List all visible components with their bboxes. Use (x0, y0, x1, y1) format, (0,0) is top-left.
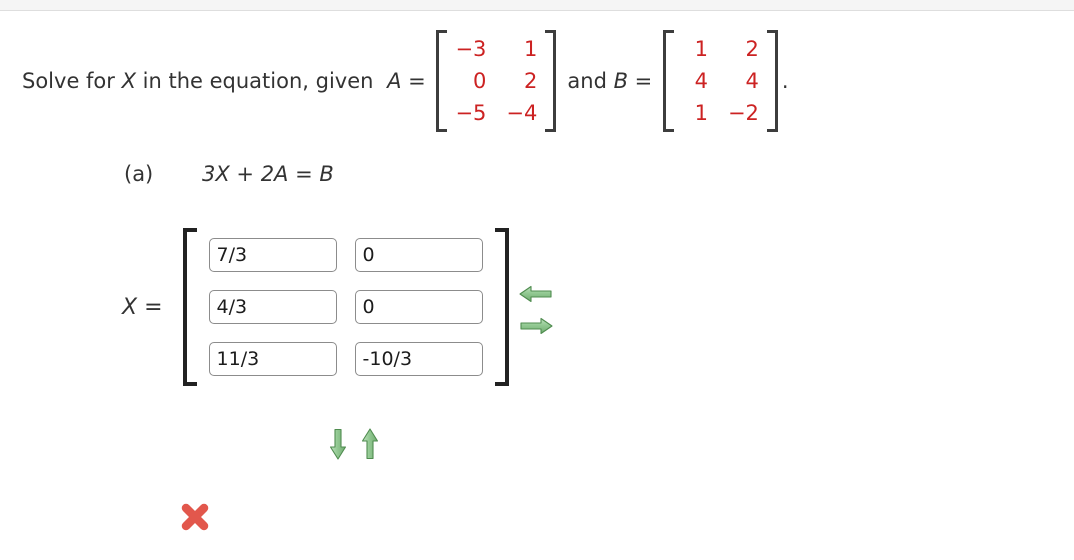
prompt-lead: Solve for (22, 68, 122, 93)
matrix-b-cell-r2c1: 4 (694, 69, 708, 93)
answer-label-variable: X (122, 294, 138, 320)
question-prompt: Solve for X in the equation, given A = −… (22, 22, 789, 140)
matrix-b-cell-r1c2: 2 (745, 37, 759, 61)
arrow-right-icon (520, 317, 553, 335)
matrix-a-cell-r1c1: −3 (455, 37, 487, 61)
column-controls (519, 285, 553, 335)
answer-input-r2c2[interactable] (354, 290, 483, 324)
arrow-down-icon (329, 428, 347, 460)
part-a-equation: 3X + 2A = B (202, 162, 334, 186)
row-controls (328, 428, 380, 460)
answer-label-equals: = (137, 294, 163, 320)
matrix-a: −3 1 0 2 −5 −4 (436, 30, 557, 132)
remove-row-button[interactable] (360, 428, 380, 460)
matrix-b: 1 2 4 4 1 −2 (662, 30, 778, 132)
answer-matrix-grid (197, 228, 495, 386)
matrix-b-cell-r2c2: 4 (745, 69, 759, 93)
prompt-variable-x: X (121, 68, 136, 93)
arrow-left-icon (519, 285, 552, 303)
matrix-a-cell-r3c2: −4 (506, 101, 538, 125)
matrix-b-name: B (613, 68, 628, 93)
answer-input-r3c1[interactable] (208, 342, 337, 376)
prompt-conjunction: and (567, 68, 614, 93)
matrix-b-cell-r1c1: 1 (694, 37, 708, 61)
prompt-period: . (781, 68, 789, 93)
answer-block: X = (122, 228, 509, 386)
answer-matrix-right-bracket (494, 228, 509, 386)
matrix-a-cell-r2c2: 2 (524, 69, 538, 93)
matrix-a-right-bracket (545, 30, 557, 132)
matrix-a-grid: −3 1 0 2 −5 −4 (447, 30, 545, 132)
matrix-b-cell-r3c1: 1 (694, 101, 708, 125)
remove-column-button[interactable] (519, 285, 553, 303)
matrix-b-left-bracket (662, 30, 674, 132)
cross-mark-icon (181, 503, 209, 531)
answer-label: X = (122, 295, 163, 320)
matrix-a-cell-r1c2: 1 (524, 37, 538, 61)
prompt-middle: in the equation, given (135, 68, 381, 93)
status-badge (178, 500, 212, 534)
add-column-button[interactable] (519, 317, 553, 335)
matrix-a-cell-r3c1: −5 (455, 101, 487, 125)
matrix-a-name: A (387, 68, 402, 93)
matrix-b-cell-r3c2: −2 (727, 101, 759, 125)
part-a-row: (a) 3X + 2A = B (124, 162, 334, 186)
browser-top-strip (0, 0, 1074, 11)
matrix-a-equals: = (401, 68, 433, 93)
matrix-b-equals: = (628, 68, 659, 93)
part-a-label: (a) (124, 162, 154, 186)
matrix-a-left-bracket (436, 30, 448, 132)
add-row-button[interactable] (328, 428, 348, 460)
matrix-a-cell-r2c1: 0 (473, 69, 487, 93)
arrow-up-icon (361, 428, 379, 460)
answer-matrix-left-bracket (182, 228, 197, 386)
answer-input-r2c1[interactable] (208, 290, 337, 324)
answer-input-r3c2[interactable] (354, 342, 483, 376)
answer-input-r1c2[interactable] (354, 238, 483, 272)
matrix-b-grid: 1 2 4 4 1 −2 (674, 30, 767, 132)
matrix-b-right-bracket (766, 30, 778, 132)
answer-input-r1c1[interactable] (208, 238, 337, 272)
answer-matrix (182, 228, 509, 386)
